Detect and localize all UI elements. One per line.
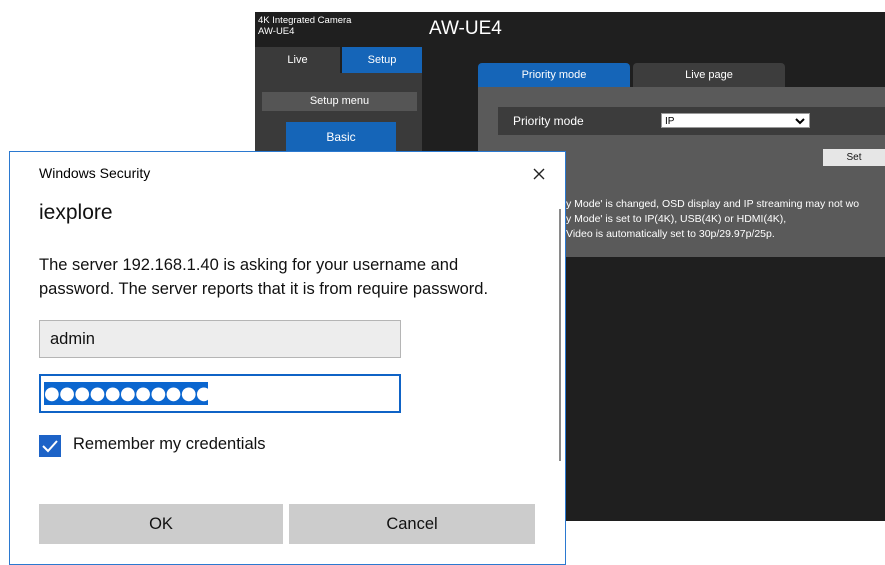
- camera-model-line1: 4K Integrated Camera: [258, 15, 352, 26]
- camera-model-line2: AW-UE4: [258, 26, 295, 37]
- scrollbar[interactable]: [559, 209, 561, 461]
- checkmark-icon: [42, 440, 58, 453]
- priority-mode-row: Priority mode IP: [498, 107, 885, 135]
- dialog-message-line1: The server 192.168.1.40 is asking for yo…: [39, 256, 459, 274]
- tab-setup[interactable]: Setup: [342, 47, 422, 73]
- note-line-1: y Mode' is changed, OSD display and IP s…: [566, 198, 860, 210]
- close-icon[interactable]: [529, 164, 549, 184]
- password-selection: ●●●●●●●●●●●●●●: [44, 382, 208, 405]
- priority-mode-value: IP: [665, 116, 675, 127]
- remember-checkbox[interactable]: [39, 435, 61, 457]
- menu-item-basic[interactable]: Basic: [286, 122, 396, 152]
- dialog-app-name: iexplore: [39, 201, 113, 224]
- remember-label[interactable]: Remember my credentials: [73, 435, 266, 454]
- note-line-3: Video is automatically set to 30p/29.97p…: [566, 228, 775, 240]
- camera-model-label: 4K Integrated Camera AW-UE4: [258, 15, 351, 37]
- set-button[interactable]: Set: [823, 149, 885, 166]
- password-field[interactable]: ●●●●●●●●●●●●●●: [39, 374, 401, 413]
- priority-mode-select[interactable]: IP: [661, 113, 810, 128]
- note-line-2: y Mode' is set to IP(4K), USB(4K) or HDM…: [566, 213, 787, 225]
- ok-button[interactable]: OK: [39, 504, 283, 544]
- username-field[interactable]: admin: [39, 320, 401, 358]
- dialog-message-line2: password. The server reports that it is …: [39, 280, 489, 298]
- setup-menu-heading: Setup menu: [262, 92, 417, 111]
- credentials-dialog: Windows Security iexplore The server 192…: [9, 151, 566, 565]
- dialog-header: Windows Security: [39, 165, 151, 181]
- cancel-button[interactable]: Cancel: [289, 504, 535, 544]
- tab-live[interactable]: Live: [255, 47, 340, 73]
- tab-priority-mode[interactable]: Priority mode: [478, 63, 630, 87]
- tab-live-page[interactable]: Live page: [633, 63, 785, 87]
- priority-mode-label: Priority mode: [513, 114, 584, 128]
- page-title: AW-UE4: [429, 18, 502, 39]
- chevron-down-icon: [795, 118, 805, 125]
